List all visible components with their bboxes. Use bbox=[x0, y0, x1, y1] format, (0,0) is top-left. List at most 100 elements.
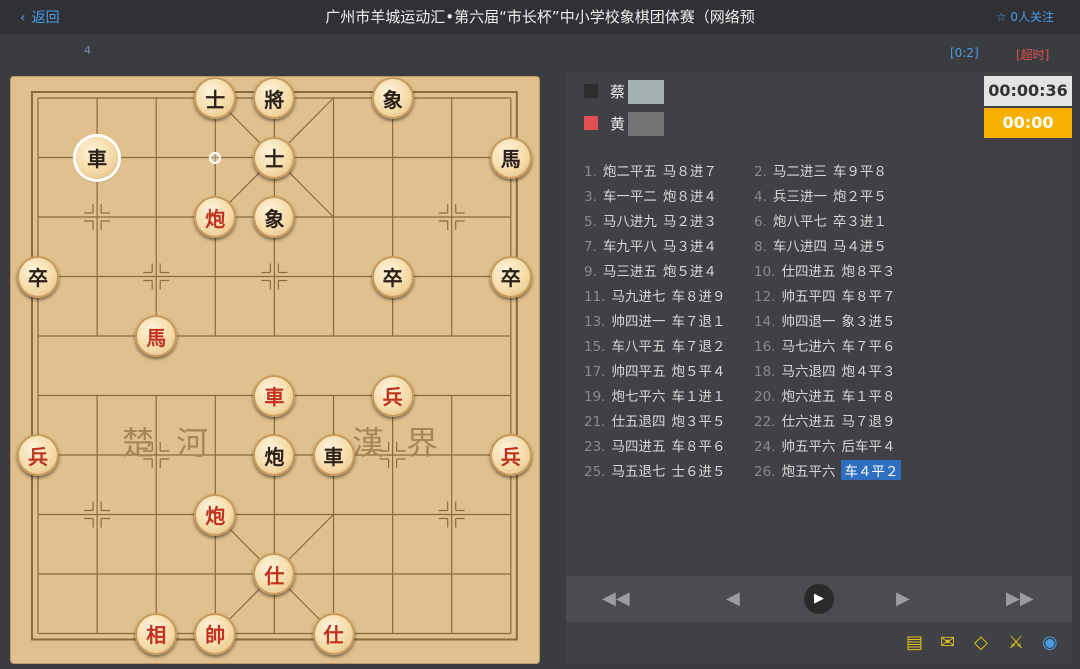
move-entry[interactable]: 12. 帅五平四 车８平７ bbox=[754, 285, 895, 305]
prev-move-button[interactable]: ◀ bbox=[726, 588, 740, 609]
move-entry[interactable]: 9. 马三进五 炮５进４ bbox=[584, 260, 717, 280]
move-black[interactable]: 炮５进４ bbox=[663, 260, 717, 280]
move-red[interactable]: 马七进六 bbox=[781, 335, 835, 355]
piece-black[interactable]: 卒 bbox=[17, 255, 59, 298]
move-black[interactable]: 马７退９ bbox=[841, 410, 895, 430]
piece-black[interactable]: 象 bbox=[371, 77, 414, 119]
piece-red[interactable]: 炮 bbox=[194, 196, 237, 238]
move-red[interactable]: 车九平八 bbox=[603, 235, 657, 255]
move-black[interactable]: 炮４平３ bbox=[841, 360, 895, 380]
move-entry[interactable]: 7. 车九平八 马３进４ bbox=[584, 235, 717, 255]
piece-red[interactable]: 馬 bbox=[135, 315, 178, 357]
move-red[interactable]: 车八进四 bbox=[773, 235, 827, 255]
move-entry[interactable]: 21. 仕五退四 炮３平５ bbox=[584, 410, 725, 430]
move-black[interactable]: 马８进７ bbox=[663, 160, 717, 180]
move-black[interactable]: 马３进４ bbox=[663, 235, 717, 255]
move-entry[interactable]: 18. 马六退四 炮４平３ bbox=[754, 360, 895, 380]
piece-red[interactable]: 帥 bbox=[194, 612, 237, 655]
move-red[interactable]: 炮二平五 bbox=[603, 160, 657, 180]
move-black[interactable]: 车１平８ bbox=[841, 385, 895, 405]
move-red[interactable]: 帅四退一 bbox=[781, 310, 835, 330]
play-button[interactable]: ▶ bbox=[804, 584, 834, 614]
note-icon[interactable]: ▤ bbox=[906, 632, 923, 653]
move-entry[interactable]: 19. 炮七平六 车１进１ bbox=[584, 385, 725, 405]
follow-button[interactable]: ☆ 0人关注 bbox=[996, 8, 1054, 25]
next-move-button[interactable]: ▶ bbox=[896, 588, 910, 609]
move-entry[interactable]: 14. 帅四退一 象３进５ bbox=[754, 310, 895, 330]
move-black[interactable]: 炮５平４ bbox=[671, 360, 725, 380]
move-black[interactable]: 车８平６ bbox=[671, 435, 725, 455]
move-entry[interactable]: 8. 车八进四 马４进５ bbox=[754, 235, 887, 255]
piece-red[interactable]: 兵 bbox=[489, 434, 532, 476]
move-black[interactable]: 车７平６ bbox=[841, 335, 895, 355]
piece-black[interactable]: 卒 bbox=[371, 255, 414, 298]
move-entry[interactable]: 15. 车八平五 车７退２ bbox=[584, 335, 725, 355]
move-black[interactable]: 车８进９ bbox=[671, 285, 725, 305]
move-black[interactable]: 车７退１ bbox=[671, 310, 725, 330]
move-black[interactable]: 象３进５ bbox=[841, 310, 895, 330]
move-red[interactable]: 车一平二 bbox=[603, 185, 657, 205]
move-entry[interactable]: 11. 马九进七 车８进９ bbox=[584, 285, 725, 305]
piece-black[interactable]: 士 bbox=[194, 77, 237, 119]
last-move-button[interactable]: ▶▶ bbox=[1006, 588, 1034, 609]
move-red[interactable]: 炮五平六 bbox=[781, 460, 835, 480]
move-red[interactable]: 兵三进一 bbox=[773, 185, 827, 205]
move-red[interactable]: 马八进九 bbox=[603, 210, 657, 230]
move-black[interactable]: 马２进３ bbox=[663, 210, 717, 230]
move-entry[interactable]: 17. 帅四平五 炮５平４ bbox=[584, 360, 725, 380]
move-red[interactable]: 炮七平六 bbox=[611, 385, 665, 405]
piece-red[interactable]: 兵 bbox=[17, 434, 59, 476]
move-black[interactable]: 炮２平５ bbox=[833, 185, 887, 205]
move-entry[interactable]: 5. 马八进九 马２进３ bbox=[584, 210, 717, 230]
move-entry[interactable]: 4. 兵三进一 炮２平５ bbox=[754, 185, 887, 205]
move-entry[interactable]: 10. 仕四进五 炮８平３ bbox=[754, 260, 895, 280]
move-red[interactable]: 帅四进一 bbox=[611, 310, 665, 330]
move-black[interactable]: 炮３平５ bbox=[671, 410, 725, 430]
piece-black[interactable]: 車 bbox=[76, 136, 119, 179]
tag-icon[interactable]: ◇ bbox=[974, 632, 988, 653]
move-black[interactable]: 车９平８ bbox=[833, 160, 887, 180]
move-entry[interactable]: 1. 炮二平五 马８进７ bbox=[584, 160, 717, 180]
move-red[interactable]: 仕五退四 bbox=[611, 410, 665, 430]
move-red[interactable]: 马二进三 bbox=[773, 160, 827, 180]
swords-icon[interactable]: ⚔ bbox=[1008, 632, 1024, 653]
move-black[interactable]: 卒３进１ bbox=[833, 210, 887, 230]
mail-icon[interactable]: ✉ bbox=[940, 632, 955, 653]
move-black[interactable]: 炮８进４ bbox=[663, 185, 717, 205]
move-black[interactable]: 马４进５ bbox=[833, 235, 887, 255]
move-entry[interactable]: 16. 马七进六 车７平６ bbox=[754, 335, 895, 355]
move-entry[interactable]: 20. 炮六进五 车１平８ bbox=[754, 385, 895, 405]
move-entry[interactable]: 6. 炮八平七 卒３进１ bbox=[754, 210, 887, 230]
piece-black[interactable]: 士 bbox=[253, 136, 296, 179]
move-red[interactable]: 仕四进五 bbox=[781, 260, 835, 280]
piece-red[interactable]: 車 bbox=[253, 374, 296, 417]
eye-icon[interactable]: ◉ bbox=[1042, 632, 1058, 653]
move-red[interactable]: 马五退七 bbox=[611, 460, 665, 480]
move-red[interactable]: 仕六进五 bbox=[781, 410, 835, 430]
piece-black[interactable]: 卒 bbox=[489, 255, 532, 298]
xiangqi-board[interactable]: 楚 河 漢 界 士將象車士馬炮象卒卒卒馬車兵兵炮車兵炮仕相帥仕 bbox=[10, 76, 540, 664]
move-red[interactable]: 帅四平五 bbox=[611, 360, 665, 380]
move-entry[interactable]: 13. 帅四进一 车７退１ bbox=[584, 310, 725, 330]
move-black[interactable]: 士６进５ bbox=[671, 460, 725, 480]
move-red[interactable]: 炮八平七 bbox=[773, 210, 827, 230]
move-entry[interactable]: 2. 马二进三 车９平８ bbox=[754, 160, 887, 180]
piece-red[interactable]: 炮 bbox=[194, 493, 237, 536]
move-red[interactable]: 马六退四 bbox=[781, 360, 835, 380]
piece-black[interactable]: 馬 bbox=[489, 136, 532, 179]
move-red[interactable]: 帅五平六 bbox=[781, 435, 835, 455]
move-red[interactable]: 炮六进五 bbox=[781, 385, 835, 405]
move-black[interactable]: 车８平７ bbox=[841, 285, 895, 305]
move-black[interactable]: 后车平４ bbox=[841, 435, 895, 455]
move-entry[interactable]: 22. 仕六进五 马７退９ bbox=[754, 410, 895, 430]
move-entry[interactable]: 26. 炮五平六 车４平２ bbox=[754, 460, 902, 480]
piece-red[interactable]: 仕 bbox=[312, 612, 355, 655]
move-red[interactable]: 马三进五 bbox=[603, 260, 657, 280]
move-red[interactable]: 马四进五 bbox=[611, 435, 665, 455]
move-black[interactable]: 炮８平３ bbox=[841, 260, 895, 280]
move-red[interactable]: 帅五平四 bbox=[781, 285, 835, 305]
move-black[interactable]: 车７退２ bbox=[671, 335, 725, 355]
move-entry[interactable]: 23. 马四进五 车８平６ bbox=[584, 435, 725, 455]
move-black[interactable]: 车１进１ bbox=[671, 385, 725, 405]
move-black[interactable]: 车４平２ bbox=[841, 460, 902, 480]
